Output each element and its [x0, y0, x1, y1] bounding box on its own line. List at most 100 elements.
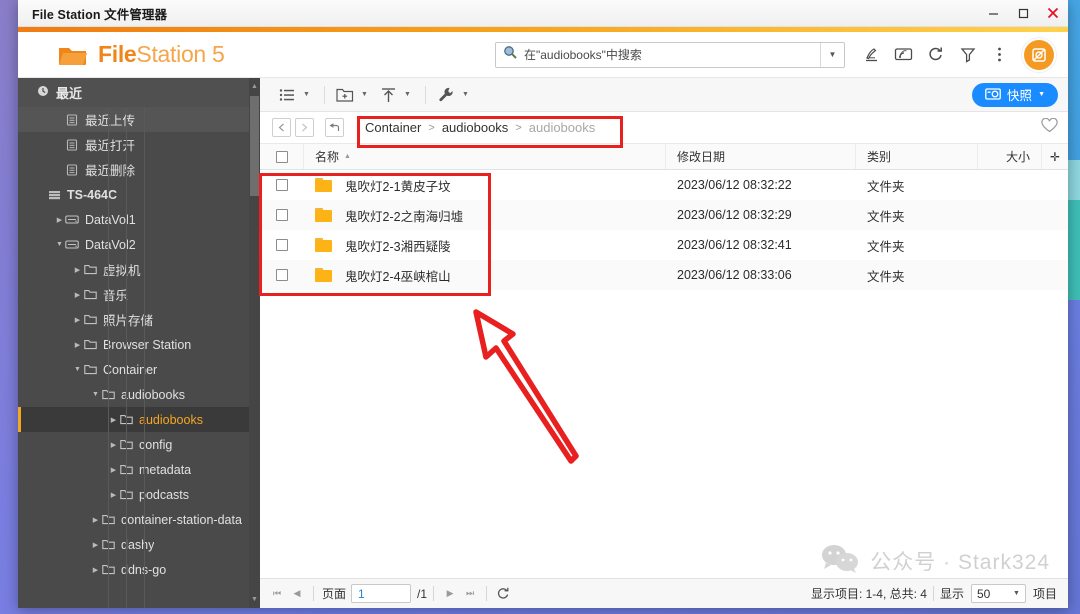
filter-icon[interactable] [954, 41, 981, 68]
twisty-icon[interactable]: ▶ [55, 216, 64, 224]
twisty-icon[interactable]: ▶ [109, 416, 118, 424]
column-header-type[interactable]: 类别 [856, 144, 978, 169]
row-checkbox[interactable] [260, 230, 304, 260]
wrench-icon[interactable] [433, 82, 459, 108]
twisty-icon[interactable]: ▶ [109, 441, 118, 449]
twisty-icon[interactable]: ▶ [73, 266, 82, 274]
page-number-input[interactable]: 1 [351, 584, 412, 603]
new-folder-icon[interactable] [332, 82, 358, 108]
heart-icon[interactable] [1041, 117, 1058, 138]
file-toolbar: ▼ ▼ ▼ ▼ 快照 ▼ [260, 78, 1068, 112]
twisty-icon[interactable]: ▶ [73, 316, 82, 324]
sidebar-item-[interactable]: ▶ 照片存储 [18, 307, 260, 332]
next-page-button[interactable]: ▶ [440, 583, 460, 605]
twisty-icon[interactable]: ▼ [73, 366, 82, 373]
sidebar-item-[interactable]: ▶ 虚拟机 [18, 257, 260, 282]
twisty-icon[interactable]: ▼ [55, 241, 64, 248]
table-row[interactable]: 鬼吹灯2-1黄皮子坟 2023/06/12 08:32:22 文件夹 [260, 170, 1068, 200]
scroll-up-icon[interactable]: ▲ [249, 80, 260, 93]
table-row[interactable]: 鬼吹灯2-4巫峡棺山 2023/06/12 08:33:06 文件夹 [260, 260, 1068, 290]
scroll-down-icon[interactable]: ▼ [249, 593, 260, 606]
sidebar-item-browser-station[interactable]: ▶ Browser Station [18, 332, 260, 357]
page-total: /1 [417, 586, 428, 601]
snapshot-caret[interactable]: ▼ [1038, 91, 1045, 98]
sidebar-item-podcasts[interactable]: ▶ podcasts [18, 482, 260, 507]
row-checkbox[interactable] [260, 170, 304, 200]
breadcrumb-item[interactable]: Container [365, 120, 421, 135]
table-row[interactable]: 鬼吹灯2-3湘西疑陵 2023/06/12 08:32:41 文件夹 [260, 230, 1068, 260]
row-date: 2023/06/12 08:32:29 [677, 208, 792, 222]
twisty-icon[interactable]: ▶ [91, 541, 100, 549]
snapshot-button[interactable]: 快照 ▼ [972, 82, 1058, 107]
twisty-icon[interactable]: ▶ [73, 291, 82, 299]
nav-forward-button[interactable] [295, 118, 314, 137]
twisty-icon[interactable]: ▶ [91, 516, 100, 524]
row-checkbox[interactable] [260, 260, 304, 290]
twisty-icon[interactable]: ▶ [109, 466, 118, 474]
twisty-icon[interactable]: ▶ [109, 491, 118, 499]
table-row[interactable]: 鬼吹灯2-2之南海归墟 2023/06/12 08:32:29 文件夹 [260, 200, 1068, 230]
sidebar-item-[interactable]: ▶ 音乐 [18, 282, 260, 307]
signature-icon[interactable] [858, 41, 885, 68]
user-avatar-icon[interactable] [1024, 39, 1054, 70]
twisty-icon[interactable]: ▼ [91, 391, 100, 398]
close-icon[interactable] [1038, 0, 1068, 27]
twisty-icon[interactable]: ▶ [73, 341, 82, 349]
upload-caret[interactable]: ▼ [401, 82, 414, 108]
folder-icon [315, 238, 332, 252]
more-vertical-icon[interactable] [986, 41, 1013, 68]
search-input[interactable]: 在"audiobooks"中搜索 ▼ [495, 41, 845, 68]
sidebar-item-audiobooks[interactable]: ▶ audiobooks [18, 407, 260, 432]
sidebar-item-dashy[interactable]: ▶ dashy [18, 532, 260, 557]
sidebar-item-ts-464c[interactable]: TS-464C [18, 182, 260, 207]
view-mode-caret[interactable]: ▼ [300, 82, 313, 108]
add-column-icon[interactable]: ✛ [1042, 144, 1068, 169]
create-folder-caret[interactable]: ▼ [358, 82, 371, 108]
upload-icon[interactable] [375, 82, 401, 108]
row-checkbox[interactable] [260, 200, 304, 230]
nav-back-button[interactable] [272, 118, 291, 137]
sidebar-item-[interactable]: 最近删除 [18, 157, 260, 182]
select-all-checkbox[interactable] [260, 144, 304, 169]
row-name-cell: 鬼吹灯2-3湘西疑陵 [304, 230, 666, 260]
maximize-icon[interactable] [1008, 0, 1038, 27]
column-header-size[interactable]: 大小 [978, 144, 1042, 169]
list-view-icon[interactable] [274, 82, 300, 108]
page-size-select[interactable]: 50 ▼ [970, 584, 1026, 603]
prev-page-button[interactable]: ◀ [287, 583, 307, 605]
sidebar-item-[interactable]: 最近打开 [18, 132, 260, 157]
nav-up-button[interactable] [325, 118, 344, 137]
refresh-icon[interactable] [493, 583, 513, 605]
column-header-name[interactable]: 名称 ▲ [304, 144, 666, 169]
breadcrumb-item[interactable]: audiobooks [529, 120, 596, 135]
items-suffix: 项目 [1032, 587, 1057, 601]
cast-screen-icon[interactable] [890, 41, 917, 68]
sidebar-scrollbar[interactable]: ▲ ▼ [249, 78, 260, 608]
sidebar-item-audiobooks[interactable]: ▼ audiobooks [18, 382, 260, 407]
status-bar: ⏮ ◀ 页面 1 /1 ▶ ⏭ 显示项目: 1-4, 总共: 4 显示 50 ▼… [260, 578, 1068, 608]
sidebar-section-recent[interactable]: 最近 [18, 78, 260, 107]
sidebar-item-container-station-data[interactable]: ▶ container-station-data [18, 507, 260, 532]
breadcrumb-item[interactable]: audiobooks [442, 120, 509, 135]
twisty-icon[interactable]: ▶ [91, 566, 100, 574]
scrollbar-thumb[interactable] [250, 96, 259, 196]
tools-caret[interactable]: ▼ [459, 82, 472, 108]
sidebar-item-[interactable]: 最近上传 [18, 107, 260, 132]
sidebar-item-config[interactable]: ▶ config [18, 432, 260, 457]
sidebar-item-ddns-go[interactable]: ▶ddns-go [18, 557, 260, 582]
doc-icon [64, 138, 80, 151]
refresh-icon[interactable] [922, 41, 949, 68]
tree-guide-line [108, 107, 109, 608]
first-page-button[interactable]: ⏮ [267, 583, 287, 605]
sidebar-item-datavol1[interactable]: ▶ DataVol1 [18, 207, 260, 232]
breadcrumb[interactable]: Container > audiobooks > audiobooks [365, 120, 595, 135]
sidebar-item-container[interactable]: ▼ Container [18, 357, 260, 382]
search-dropdown-caret[interactable]: ▼ [820, 42, 844, 67]
window-title: File Station 文件管理器 [32, 7, 168, 22]
sidebar-item-metadata[interactable]: ▶ metadata [18, 457, 260, 482]
minimize-icon[interactable] [978, 0, 1008, 27]
last-page-button[interactable]: ⏭ [460, 583, 480, 605]
column-header-date[interactable]: 修改日期 [666, 144, 856, 169]
sidebar-item-label: Browser Station [103, 337, 192, 352]
sidebar-item-datavol2[interactable]: ▼ DataVol2 [18, 232, 260, 257]
